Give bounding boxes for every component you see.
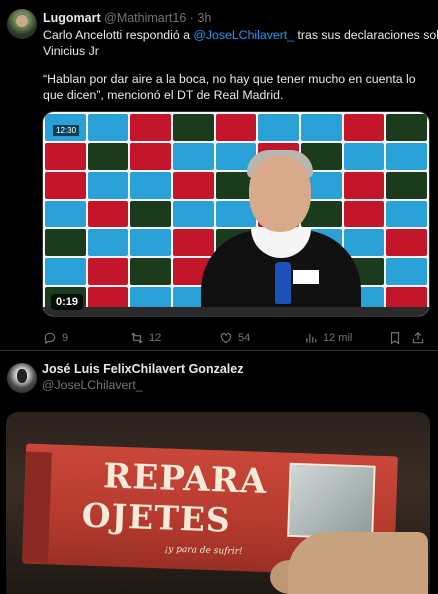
retweet-count: 12 <box>149 332 162 344</box>
microphone <box>291 268 321 286</box>
box-side-panel <box>22 451 52 563</box>
sponsor-tile <box>173 114 214 141</box>
retweet-icon <box>131 332 143 344</box>
sponsor-tile <box>45 258 86 286</box>
reply-icon <box>44 332 56 345</box>
tweet-text-prefix: Carlo Ancelotti respondió a <box>43 28 194 42</box>
sponsor-tile <box>87 258 129 286</box>
sponsor-tile <box>45 200 86 228</box>
sponsor-tile <box>386 142 427 170</box>
views-count: 12 mil <box>323 332 353 344</box>
sponsor-tile <box>130 258 171 286</box>
avatar[interactable] <box>7 363 37 393</box>
sponsor-tile <box>130 114 171 141</box>
sponsor-tile <box>386 114 427 141</box>
water-bottle <box>275 262 291 304</box>
sponsor-tile <box>45 171 86 199</box>
tweet-header: José Luis FelixChilavert Gonzalez <box>42 362 243 376</box>
avatar[interactable] <box>7 9 37 39</box>
sponsor-tile <box>386 229 427 257</box>
desk <box>43 307 429 316</box>
tweet-text-suffix: tras sus declaraciones sobre <box>297 28 438 42</box>
sponsor-tile <box>258 114 299 141</box>
bookmark-icon <box>390 332 400 345</box>
like-icon <box>220 333 232 344</box>
box-title-line1: REPARA <box>102 456 268 502</box>
tweet-header: Lugomart @Mathimart16 · 3h <box>43 11 211 25</box>
sponsor-tile <box>386 171 427 199</box>
speaker-head <box>249 156 311 232</box>
views-button[interactable]: 12 mil <box>304 331 352 345</box>
timestamp[interactable]: · 3h <box>190 11 212 25</box>
video-duration: 0:19 <box>51 294 84 310</box>
like-count: 54 <box>238 332 251 344</box>
video-player[interactable]: 12:30 0:19 <box>42 111 430 317</box>
author-handle[interactable]: @JoseLChilavert_ <box>42 378 143 392</box>
reply-button[interactable]: 9 <box>43 331 68 345</box>
sponsor-tile <box>130 171 171 199</box>
sponsor-tile <box>343 114 385 141</box>
tweet-actions: 9 12 54 12 mil <box>43 331 428 347</box>
views-icon <box>306 333 317 343</box>
sponsor-tile <box>301 114 342 141</box>
sponsor-tile <box>130 229 171 257</box>
sponsor-tile <box>87 200 129 228</box>
bookmark-button[interactable] <box>388 331 402 345</box>
sponsor-tile <box>130 200 171 228</box>
tweet-2[interactable]: José Luis FelixChilavert Gonzalez @JoseL… <box>0 351 438 594</box>
share-icon <box>412 331 424 344</box>
like-button[interactable]: 54 <box>219 331 250 345</box>
sponsor-tile <box>87 114 129 141</box>
tweet-text-line2: Vinicius Jr <box>43 44 99 58</box>
sponsor-tile <box>386 200 427 228</box>
sponsor-tile <box>87 229 129 257</box>
tweet-1[interactable]: Lugomart @Mathimart16 · 3h Carlo Ancelot… <box>0 0 438 350</box>
tweet-image[interactable]: REPARA OJETES ¡y para de sufrir! <box>6 412 430 594</box>
mention-link[interactable]: @JoseLChilavert_ <box>193 28 294 42</box>
author-name[interactable]: José Luis FelixChilavert Gonzalez <box>42 362 243 376</box>
author-name[interactable]: Lugomart <box>43 11 101 25</box>
box-tagline: ¡y para de sufrir! <box>164 544 243 558</box>
sponsor-tile <box>130 142 171 170</box>
retweet-button[interactable]: 12 <box>130 331 161 345</box>
hand <box>288 532 428 594</box>
box-photo <box>287 462 376 540</box>
sponsor-tile <box>215 114 257 141</box>
sponsor-tile <box>87 142 129 170</box>
sponsor-tile <box>87 171 129 199</box>
tweet-text-line1: Carlo Ancelotti respondió a @JoseLChilav… <box>43 27 438 43</box>
author-handle[interactable]: @Mathimart16 <box>104 11 186 25</box>
sponsor-tile <box>45 142 86 170</box>
sponsor-tile <box>386 258 427 286</box>
video-clock: 12:30 <box>53 125 80 136</box>
tweet-quote-text: “Hablan por dar aire a la boca, no hay q… <box>43 72 416 102</box>
box-title-line2: OJETES <box>81 495 232 540</box>
share-button[interactable] <box>411 331 425 345</box>
sponsor-tile <box>45 229 86 257</box>
reply-count: 9 <box>62 332 69 344</box>
